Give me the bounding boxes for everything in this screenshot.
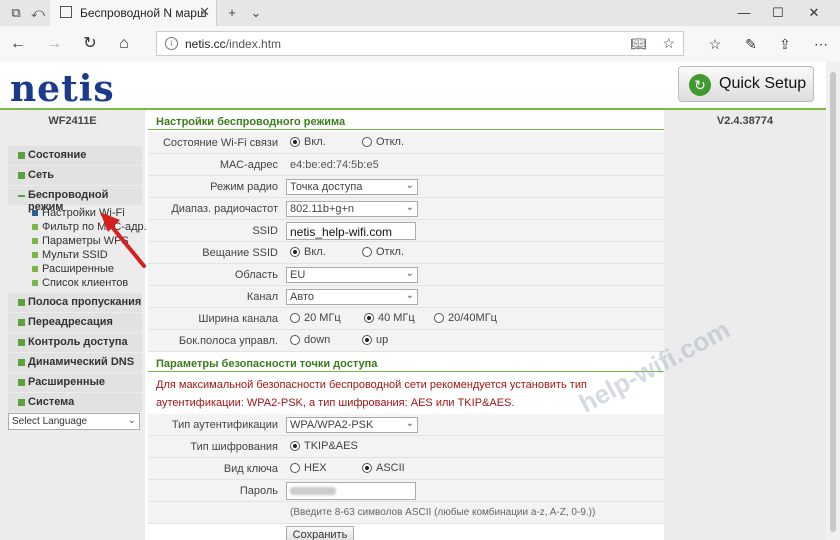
close-window-icon[interactable]: ✕ (800, 3, 828, 23)
menu-system[interactable]: Система (8, 393, 142, 412)
menu-forwarding[interactable]: Переадресация (8, 313, 142, 332)
blurred-password (290, 487, 336, 495)
chevron-down-icon: ⌄ (127, 415, 136, 426)
refresh-icon[interactable]: ↻ (80, 34, 100, 54)
menu-bandwidth[interactable]: Полоса пропускания (8, 293, 142, 312)
menu-network[interactable]: Сеть (8, 166, 142, 185)
maximize-icon[interactable]: ☐ (764, 3, 792, 23)
set-aside-tabs-icon[interactable]: ⤺ (28, 4, 48, 22)
menu-access-control[interactable]: Контроль доступа (8, 333, 142, 352)
wireless-section-title: Настройки беспроводного режима (148, 110, 664, 130)
menu-icon (18, 319, 25, 326)
row-channel-width: Ширина канала 20 МГц 40 МГц 20/40МГц (148, 308, 664, 330)
pen-icon[interactable]: ✎ (740, 34, 762, 54)
info-icon[interactable]: i (165, 37, 178, 50)
row-key-type: Вид ключа HEX ASCII (148, 458, 664, 480)
favorites-hub-icon[interactable]: ☆ (704, 34, 726, 54)
chevron-down-icon: ⌄ (405, 180, 414, 191)
row-ssid: SSID netis_help-wifi.com (148, 220, 664, 242)
menu-icon (18, 195, 25, 197)
menu-advanced[interactable]: Расширенные (8, 373, 142, 392)
security-section-title: Параметры безопасности точки доступа (148, 352, 664, 372)
menu-wireless[interactable]: Беспроводной режим (8, 186, 142, 213)
mac-value: e4:be:ed:74:5b:e5 (290, 159, 379, 171)
settings-content: Настройки беспроводного режима Состояние… (148, 110, 664, 540)
scrollbar-thumb[interactable] (830, 72, 836, 532)
menu-status[interactable]: Состояние (8, 146, 142, 165)
chevron-down-icon[interactable]: ⌄ (246, 4, 266, 22)
close-tab-icon[interactable]: ✕ (199, 4, 210, 20)
quick-setup-button[interactable]: ↻ Quick Setup (678, 66, 814, 102)
submenu-icon (32, 238, 38, 244)
password-input[interactable] (286, 482, 416, 500)
submenu-icon (32, 252, 38, 258)
right-panel: V2.4.38774 (664, 110, 826, 540)
row-channel: Канал Авто ⌄ (148, 286, 664, 308)
menu-icon (18, 172, 25, 179)
chevron-down-icon: ⌄ (405, 290, 414, 301)
row-cipher: Тип шифрования TKIP&AES (148, 436, 664, 458)
row-radio-mode: Режим радио Точка доступа ⌄ (148, 176, 664, 198)
ssid-input[interactable]: netis_help-wifi.com (286, 222, 416, 240)
model-name: WF2411E (48, 115, 97, 127)
submenu-icon (32, 224, 38, 230)
radio-mode-select[interactable]: Точка доступа ⌄ (286, 179, 418, 195)
auth-type-select[interactable]: WPA/WPA2-PSK ⌄ (286, 417, 418, 433)
router-page: netis ↻ Quick Setup WF2411E Состояние Се… (0, 62, 826, 540)
url-input[interactable]: i netis.cc/index.htm 📖︎ ☆ (156, 31, 684, 56)
quick-setup-label: Quick Setup (719, 75, 807, 92)
menu-icon (18, 379, 25, 386)
menu-icon (18, 152, 25, 159)
favorite-star-icon[interactable]: ☆ (662, 35, 675, 52)
firmware-version: V2.4.38774 (716, 115, 774, 127)
band-select[interactable]: 802.11b+g+n ⌄ (286, 201, 418, 217)
menu-icon (18, 339, 25, 346)
region-select[interactable]: EU ⌄ (286, 267, 418, 283)
row-band: Диапаз. радиочастот 802.11b+g+n ⌄ (148, 198, 664, 220)
language-select[interactable]: Select Language ⌄ (8, 413, 140, 430)
refresh-icon: ↻ (689, 74, 711, 96)
chevron-down-icon: ⌄ (405, 418, 414, 429)
minimize-icon[interactable]: — (730, 3, 758, 23)
sidebar: WF2411E Состояние Сеть Беспроводной режи… (0, 110, 147, 540)
reading-view-icon[interactable]: 📖︎ (630, 36, 647, 52)
menu-icon (18, 299, 25, 306)
row-wifi-state: Состояние Wi-Fi связи Вкл. Откл. (148, 132, 664, 154)
forward-icon[interactable]: → (44, 34, 64, 54)
page-icon (60, 6, 72, 18)
red-arrow-annotation (100, 212, 146, 268)
tab-list-icon[interactable]: ⧉ (6, 4, 26, 22)
browser-tab[interactable]: Беспроводной N марш ✕ (50, 0, 217, 26)
password-hint: (Введите 8-63 символов ASCII (любые комб… (290, 507, 596, 518)
share-icon[interactable]: ⇪ (774, 34, 796, 54)
row-mac: МАС-адрес e4:be:ed:74:5b:e5 (148, 154, 664, 176)
home-icon[interactable]: ⌂ (114, 34, 134, 54)
address-bar: ← → ↻ ⌂ i netis.cc/index.htm 📖︎ ☆ ☆ ✎ ⇪ … (0, 26, 840, 63)
chevron-down-icon: ⌄ (405, 202, 414, 213)
more-icon[interactable]: ⋯ (810, 34, 832, 54)
save-button[interactable]: Сохранить (286, 526, 354, 540)
channel-select[interactable]: Авто ⌄ (286, 289, 418, 305)
url-text: netis.cc/index.htm (185, 37, 282, 51)
submenu-icon (32, 210, 38, 216)
row-region: Область EU ⌄ (148, 264, 664, 286)
tab-title: Беспроводной N марш (80, 6, 207, 20)
row-password: Пароль (148, 480, 664, 502)
chevron-down-icon: ⌄ (405, 268, 414, 279)
submenu-icon (32, 266, 38, 272)
netis-logo: netis (10, 68, 115, 110)
browser-tab-bar: ⧉ ⤺ Беспроводной N марш ✕ + ⌄ — ☐ ✕ (0, 0, 840, 26)
back-icon[interactable]: ← (8, 34, 28, 54)
new-tab-icon[interactable]: + (222, 4, 242, 22)
row-ssid-broadcast: Вещание SSID Вкл. Откл. (148, 242, 664, 264)
row-sideband: Бок.полоса управл. down up (148, 330, 664, 352)
menu-icon (18, 399, 25, 406)
page-scrollbar[interactable] (826, 62, 840, 540)
menu-icon (18, 359, 25, 366)
row-hint: (Введите 8-63 символов ASCII (любые комб… (148, 502, 664, 524)
submenu-icon (32, 280, 38, 286)
menu-ddns[interactable]: Динамический DNS (8, 353, 142, 372)
